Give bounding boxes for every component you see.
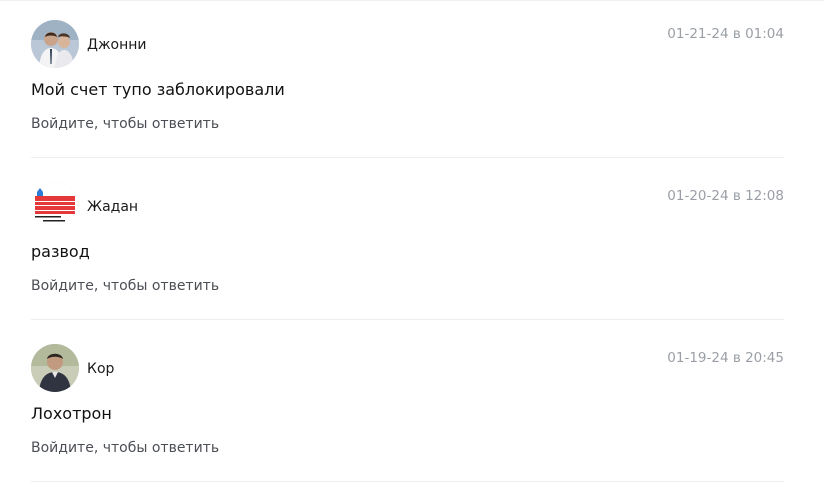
- comment-date: 01-21-24 в 01:04: [667, 26, 784, 42]
- comment-date: 01-19-24 в 20:45: [667, 350, 784, 366]
- avatar: [31, 344, 79, 392]
- login-to-reply-link[interactable]: Войдите, чтобы ответить: [31, 115, 219, 133]
- comment-divider: [31, 157, 784, 158]
- comment-item: Жадан 01-20-24 в 12:08 развод Войдите, ч…: [0, 162, 824, 324]
- comment-divider: [31, 481, 784, 482]
- comment-author: Кор: [87, 361, 115, 377]
- comment-author: Жадан: [87, 199, 139, 215]
- person-photo-icon: [31, 20, 79, 68]
- comment-item: Джонни 01-21-24 в 01:04 Мой счет тупо за…: [0, 0, 824, 162]
- person-photo-icon: [31, 344, 79, 392]
- comment-item: Кор 01-19-24 в 20:45 Лохотрон Войдите, ч…: [0, 324, 824, 486]
- avatar: [31, 182, 79, 230]
- comment-text: развод: [31, 242, 90, 261]
- comment-divider: [31, 319, 784, 320]
- login-to-reply-link[interactable]: Войдите, чтобы ответить: [31, 277, 219, 295]
- login-to-reply-link[interactable]: Войдите, чтобы ответить: [31, 439, 219, 457]
- logo-avatar-icon: [31, 182, 79, 230]
- comments-list: Джонни 01-21-24 в 01:04 Мой счет тупо за…: [0, 0, 824, 495]
- comment-date: 01-20-24 в 12:08: [667, 188, 784, 204]
- comment-author: Джонни: [87, 37, 147, 53]
- comment-text: Лохотрон: [31, 404, 112, 423]
- avatar: [31, 20, 79, 68]
- comment-text: Мой счет тупо заблокировали: [31, 80, 285, 99]
